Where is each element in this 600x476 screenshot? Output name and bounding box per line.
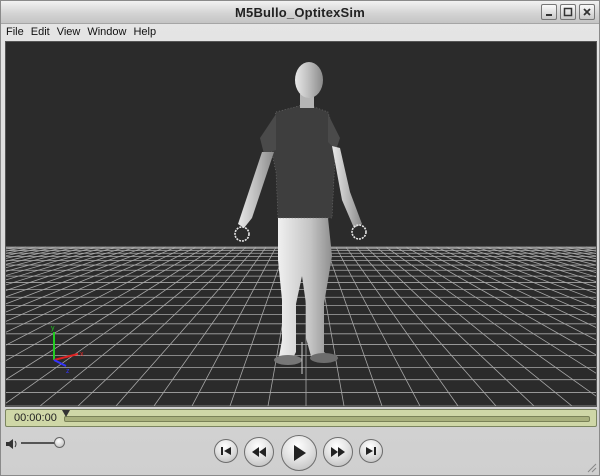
skip-to-start-button[interactable] xyxy=(214,439,238,463)
svg-text:x: x xyxy=(80,351,84,358)
grid-line xyxy=(325,246,383,406)
grid-line xyxy=(191,246,277,406)
grid-line xyxy=(6,246,57,259)
viewport-canvas: y x z xyxy=(6,62,596,406)
grid-line xyxy=(6,246,167,313)
svg-text:y: y xyxy=(51,325,55,332)
grid-line xyxy=(415,246,596,341)
grid-line xyxy=(575,246,596,252)
3d-viewport[interactable]: y x z xyxy=(5,41,597,407)
svg-text:z: z xyxy=(66,368,70,375)
window-title: M5Bullo_OptitexSim xyxy=(234,5,365,20)
grid-line xyxy=(6,246,187,333)
menu-help[interactable]: Help xyxy=(131,24,161,41)
menu-view[interactable]: View xyxy=(55,24,86,41)
grid-line xyxy=(115,246,257,406)
skip-to-end-button[interactable] xyxy=(359,439,383,463)
menu-bar: File Edit View Window Help xyxy=(1,24,599,41)
grid-line xyxy=(39,246,237,406)
skip-to-end-icon xyxy=(366,447,376,455)
grid-line xyxy=(345,246,459,406)
close-button[interactable] xyxy=(579,4,595,20)
playhead-marker[interactable] xyxy=(62,410,70,417)
speaker-icon[interactable] xyxy=(5,437,19,451)
grid-line xyxy=(6,246,157,305)
grid-line xyxy=(445,246,596,309)
grid-line xyxy=(6,246,137,291)
grid-line xyxy=(435,246,596,318)
menu-file[interactable]: File xyxy=(4,24,29,41)
transport-controls xyxy=(1,429,599,475)
grid-line xyxy=(6,246,227,404)
timecode: 00:00:00 xyxy=(14,412,57,424)
grid-line xyxy=(335,246,421,406)
grid-line xyxy=(535,246,596,263)
skip-to-start-icon xyxy=(221,447,231,455)
grid-line xyxy=(365,246,535,406)
fast-forward-button[interactable] xyxy=(323,437,353,467)
grid-line xyxy=(229,246,287,406)
minimize-button[interactable] xyxy=(541,4,557,20)
rewind-icon xyxy=(252,447,266,457)
timeline-bar[interactable]: 00:00:00 xyxy=(5,409,597,427)
resize-grip-icon[interactable] xyxy=(585,461,597,473)
grid-line xyxy=(375,246,573,406)
grid-line xyxy=(6,246,147,298)
close-icon xyxy=(583,8,591,16)
menu-window[interactable]: Window xyxy=(85,24,131,41)
maximize-button[interactable] xyxy=(560,4,576,20)
grid-line xyxy=(6,246,197,346)
grid-line xyxy=(485,246,596,283)
grid-line xyxy=(515,246,596,270)
grid-line xyxy=(6,246,107,276)
rewind-button[interactable] xyxy=(244,437,274,467)
grid-line xyxy=(475,246,596,288)
title-bar[interactable]: M5Bullo_OptitexSim xyxy=(1,1,599,24)
grid-line xyxy=(355,246,497,406)
volume-knob[interactable] xyxy=(54,437,65,448)
timeline-track[interactable] xyxy=(64,416,590,422)
window-controls xyxy=(541,4,595,20)
fast-forward-icon xyxy=(331,447,345,457)
app-window: M5Bullo_OptitexSim File Edit View Window… xyxy=(0,0,600,476)
maximize-icon xyxy=(563,7,573,17)
minimize-icon xyxy=(546,14,552,16)
grid-line xyxy=(545,246,596,260)
play-icon xyxy=(294,445,306,461)
grid-line xyxy=(153,246,267,406)
grid-line xyxy=(77,246,247,406)
menu-edit[interactable]: Edit xyxy=(29,24,55,41)
avatar-model xyxy=(234,62,367,374)
play-button[interactable] xyxy=(281,435,317,471)
grid-line xyxy=(6,246,47,257)
